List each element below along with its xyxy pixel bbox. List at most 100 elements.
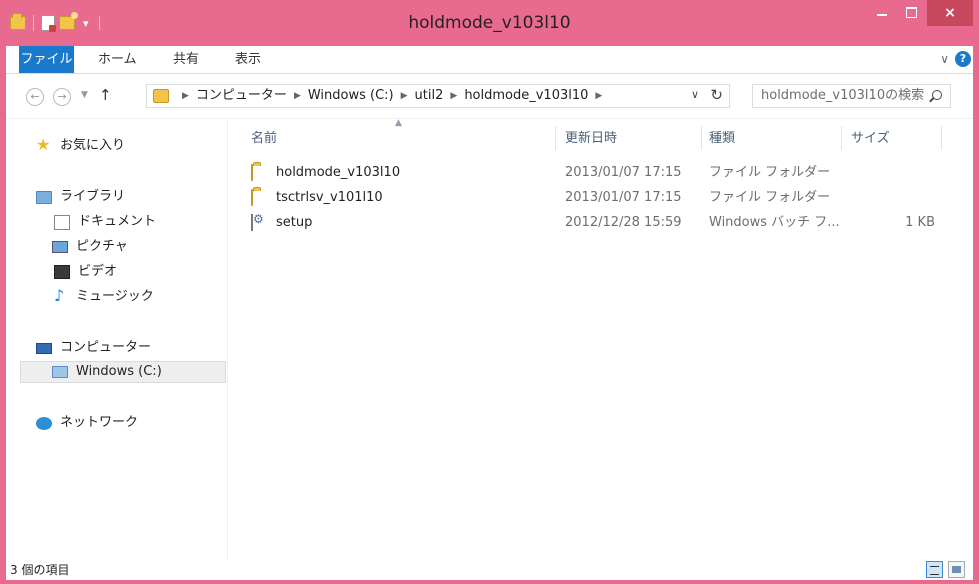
column-label: 更新日時 <box>565 131 618 146</box>
breadcrumb-arrow-icon[interactable]: ▶ <box>401 85 408 107</box>
file-date: 2012/12/28 15:59 <box>565 215 682 230</box>
file-type: ファイル フォルダー <box>709 190 831 205</box>
file-name: holdmode_v103l10 <box>276 165 401 180</box>
file-type: Windows バッチ フ... <box>709 215 840 230</box>
window-frame-left <box>0 0 6 584</box>
address-bar[interactable]: ▶ コンピューター ▶ Windows (C:) ▶ util2 ▶ holdm… <box>146 84 730 108</box>
navigation-bar: ← → ▼ ↑ ▶ コンピューター ▶ Windows (C:) ▶ util2… <box>6 75 973 119</box>
picture-icon <box>52 241 68 253</box>
sidebar-item-label: ネットワーク <box>60 415 139 430</box>
search-input[interactable]: holdmode_v103l10の検索 <box>752 84 951 108</box>
sidebar-item-network[interactable]: ネットワーク <box>36 412 138 434</box>
table-row[interactable]: holdmode_v103l10 2013/01/07 17:15 ファイル フ… <box>249 161 949 185</box>
sidebar-item-windows-c[interactable]: Windows (C:) <box>20 361 226 383</box>
ribbon-expand-icon[interactable]: ∨ <box>940 52 949 66</box>
address-dropdown-icon[interactable]: ∨ <box>691 88 699 101</box>
sidebar-item-favorites[interactable]: お気に入り <box>36 134 126 157</box>
sidebar-item-music[interactable]: ミュージック <box>52 285 154 308</box>
column-divider[interactable] <box>941 126 942 150</box>
sidebar-item-label: コンピューター <box>60 340 152 355</box>
window-title: holdmode_v103l10 <box>408 13 571 33</box>
tab-share[interactable]: 共有 <box>173 46 199 73</box>
tab-file[interactable]: ファイル <box>19 46 74 73</box>
file-name: tsctrlsv_v101l10 <box>276 190 383 205</box>
folder-icon <box>153 89 169 103</box>
breadcrumb-arrow-icon[interactable]: ▶ <box>595 85 602 107</box>
forward-button[interactable]: → <box>53 88 71 106</box>
drive-icon <box>52 366 68 378</box>
breadcrumb-util2[interactable]: util2 <box>415 85 444 107</box>
column-divider[interactable] <box>841 126 842 150</box>
column-header-size[interactable]: サイズ <box>851 128 890 150</box>
breadcrumb: ▶ コンピューター ▶ Windows (C:) ▶ util2 ▶ holdm… <box>175 85 609 107</box>
breadcrumb-windows-c[interactable]: Windows (C:) <box>308 85 394 107</box>
file-date: 2013/01/07 17:15 <box>565 165 682 180</box>
sidebar-item-label: ピクチャ <box>76 239 128 254</box>
column-label: 種類 <box>709 131 736 146</box>
breadcrumb-holdmode[interactable]: holdmode_v103l10 <box>464 85 588 107</box>
file-date: 2013/01/07 17:15 <box>565 190 682 205</box>
window-frame-right <box>973 0 979 584</box>
breadcrumb-arrow-icon[interactable]: ▶ <box>450 85 457 107</box>
file-size <box>845 186 935 210</box>
large-icons-view-icon[interactable] <box>948 561 965 578</box>
folder-icon <box>251 164 253 181</box>
maximize-button[interactable] <box>897 0 927 26</box>
item-count: 3 個の項目 <box>10 563 70 577</box>
sidebar-item-computer[interactable]: コンピューター <box>36 337 151 359</box>
sidebar-item-label: ライブラリ <box>60 189 126 204</box>
back-button[interactable]: ← <box>26 88 44 106</box>
sidebar-item-documents[interactable]: ドキュメント <box>52 211 156 233</box>
file-type: ファイル フォルダー <box>709 165 831 180</box>
sidebar-item-libraries[interactable]: ライブラリ <box>36 186 125 208</box>
details-view-icon[interactable] <box>926 561 943 578</box>
table-row[interactable]: tsctrlsv_v101l10 2013/01/07 17:15 ファイル フ… <box>249 186 949 210</box>
breadcrumb-arrow-icon[interactable]: ▶ <box>294 85 301 107</box>
explorer-window: ▾ holdmode_v103l10 × ファイル ホーム 共有 表示 ∨ ? … <box>0 0 979 584</box>
up-button[interactable]: ↑ <box>99 86 112 104</box>
breadcrumb-computer[interactable]: コンピューター <box>196 85 287 107</box>
column-header-date[interactable]: 更新日時 <box>565 128 617 150</box>
document-icon <box>54 214 70 230</box>
file-size <box>845 161 935 185</box>
column-header-name[interactable]: 名前 <box>251 128 277 150</box>
search-icon[interactable] <box>932 90 942 100</box>
sidebar-item-label: お気に入り <box>60 138 126 153</box>
sidebar-item-label: ビデオ <box>78 264 118 279</box>
sidebar-item-pictures[interactable]: ピクチャ <box>52 236 128 258</box>
sidebar-item-videos[interactable]: ビデオ <box>52 261 117 283</box>
close-button[interactable]: × <box>927 0 973 26</box>
file-list: 名前 ▲ 更新日時 種類 サイズ holdmode_v103l10 2013/0… <box>229 118 973 560</box>
file-size: 1 KB <box>905 215 935 230</box>
tab-home[interactable]: ホーム <box>98 46 137 73</box>
sidebar-item-label: ドキュメント <box>78 214 157 229</box>
column-label: サイズ <box>851 131 890 146</box>
batch-file-icon <box>251 214 253 231</box>
video-icon <box>54 265 70 279</box>
window-frame-bottom <box>0 580 979 584</box>
column-divider[interactable] <box>555 126 556 150</box>
sort-ascending-icon: ▲ <box>395 118 402 128</box>
help-icon[interactable]: ? <box>955 51 971 67</box>
navigation-pane: お気に入り ライブラリ ドキュメント ピクチャ ビデオ ミュージック コンピュー… <box>6 120 228 560</box>
table-row[interactable]: setup 2012/12/28 15:59 Windows バッチ フ... … <box>249 211 949 235</box>
tab-view[interactable]: 表示 <box>235 46 261 73</box>
breadcrumb-arrow-icon[interactable]: ▶ <box>182 85 189 107</box>
window-controls: × <box>867 0 973 32</box>
library-icon <box>36 190 52 204</box>
column-header-type[interactable]: 種類 <box>709 128 735 150</box>
minimize-button[interactable] <box>867 0 897 26</box>
music-icon <box>52 285 68 307</box>
refresh-icon[interactable]: ↻ <box>710 86 723 104</box>
status-bar: 3 個の項目 <box>6 560 973 580</box>
column-label: 名前 <box>251 131 278 146</box>
column-divider[interactable] <box>701 126 702 150</box>
sidebar-item-label: ミュージック <box>76 289 154 304</box>
recent-locations-icon[interactable]: ▼ <box>81 90 88 100</box>
network-icon <box>36 416 52 430</box>
close-icon: × <box>944 5 956 21</box>
computer-icon <box>36 342 52 354</box>
search-placeholder: holdmode_v103l10の検索 <box>761 88 925 103</box>
title-bar[interactable]: ▾ holdmode_v103l10 × <box>0 0 979 46</box>
folder-icon <box>251 189 253 206</box>
